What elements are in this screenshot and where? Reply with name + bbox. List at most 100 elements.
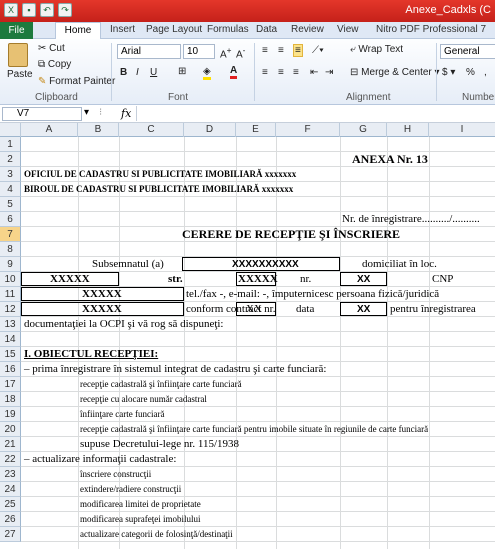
row-header[interactable]: 12 <box>0 302 21 317</box>
row-header[interactable]: 18 <box>0 392 21 407</box>
row-header[interactable]: 25 <box>0 497 21 512</box>
row-header[interactable]: 23 <box>0 467 21 482</box>
cut-button[interactable]: ✂ Cut <box>38 43 65 54</box>
grid-column-line <box>340 137 341 549</box>
row-header[interactable]: 16 <box>0 362 21 377</box>
row-header[interactable]: 9 <box>0 257 21 272</box>
row-header[interactable]: 15 <box>0 347 21 362</box>
row-header[interactable]: 14 <box>0 332 21 347</box>
row-header[interactable]: 24 <box>0 482 21 497</box>
row-header[interactable]: 27 <box>0 527 21 542</box>
align-left-icon[interactable]: ≡ <box>262 67 268 78</box>
formula-actions-icon[interactable]: ⁝ <box>99 107 102 118</box>
format-painter-button[interactable]: ✎ Format Painter <box>38 76 115 87</box>
column-header[interactable]: F <box>276 123 340 137</box>
shrink-font-icon[interactable]: A- <box>236 45 245 60</box>
grid-row[interactable] <box>21 137 495 152</box>
currency-icon[interactable]: $ ▾ <box>442 67 455 78</box>
comma-icon[interactable]: , <box>484 67 487 78</box>
select-all-corner[interactable] <box>0 123 21 137</box>
excel-icon[interactable]: X <box>4 3 18 17</box>
option-label: recepţie cu alocare număr cadastral <box>80 394 207 404</box>
paste-icon[interactable] <box>8 43 28 67</box>
font-color-icon[interactable]: A <box>230 65 238 79</box>
row-header[interactable]: 20 <box>0 422 21 437</box>
font-size-select[interactable]: 10 <box>183 44 215 59</box>
undo-icon[interactable]: ↶ <box>40 3 54 17</box>
row-header[interactable]: 1 <box>0 137 21 152</box>
tab-home[interactable]: Home <box>55 22 101 40</box>
row-header[interactable]: 26 <box>0 512 21 527</box>
tab-insert[interactable]: Insert <box>110 24 135 35</box>
wrap-text-button[interactable]: ⤶ Wrap Text <box>350 44 403 55</box>
row-header[interactable]: 7 <box>0 227 21 242</box>
row-header[interactable]: 8 <box>0 242 21 257</box>
formula-input[interactable] <box>136 106 494 121</box>
tab-review[interactable]: Review <box>291 24 324 35</box>
align-right-icon[interactable]: ≡ <box>293 67 299 78</box>
tab-nitro[interactable]: Nitro PDF Professional 7 <box>376 24 486 35</box>
row-header[interactable]: 13 <box>0 317 21 332</box>
row-header[interactable]: 21 <box>0 437 21 452</box>
grid-row[interactable] <box>21 242 495 257</box>
orientation-icon[interactable]: ⟋▾ <box>312 45 324 56</box>
row-header[interactable]: 22 <box>0 452 21 467</box>
grow-font-icon[interactable]: A+ <box>220 45 232 60</box>
column-header[interactable]: B <box>78 123 119 137</box>
telfax-label: tel./fax -, e-mail: -, împuternicesc per… <box>186 288 440 300</box>
underline-icon[interactable]: U <box>150 67 157 78</box>
grid-column-line <box>236 137 237 549</box>
row-header[interactable]: 10 <box>0 272 21 287</box>
font-name-select[interactable]: Arial <box>117 44 181 59</box>
bold-icon[interactable]: B <box>120 67 127 78</box>
insert-function-icon[interactable]: fx <box>121 107 131 120</box>
percent-icon[interactable]: % <box>466 67 475 78</box>
align-bottom-icon[interactable]: ≡ <box>293 44 303 57</box>
row-header[interactable]: 11 <box>0 287 21 302</box>
name-box-dropdown-icon[interactable]: ▾ <box>84 107 89 118</box>
option-label: actualizare categorii de folosinţă/desti… <box>80 529 233 539</box>
decrease-indent-icon[interactable]: ⇤ <box>310 67 318 78</box>
row-header[interactable]: 3 <box>0 167 21 182</box>
save-icon[interactable]: ▪ <box>22 3 36 17</box>
grid-row[interactable] <box>21 197 495 212</box>
tab-file[interactable]: File <box>0 22 33 39</box>
row-header[interactable]: 17 <box>0 377 21 392</box>
paste-button[interactable]: Paste <box>7 69 33 80</box>
tab-page-layout[interactable]: Page Layout <box>146 24 202 35</box>
column-header[interactable]: G <box>340 123 387 137</box>
redo-icon[interactable]: ↷ <box>58 3 72 17</box>
align-middle-icon[interactable]: ≡ <box>278 45 284 56</box>
fill-color-icon[interactable]: ◈ <box>203 66 211 80</box>
column-header[interactable]: A <box>21 123 78 137</box>
copy-button[interactable]: ⧉ Copy <box>38 59 71 70</box>
option-label: modificarea suprafeţei imobilului <box>80 514 201 524</box>
number-format-select[interactable]: General <box>440 44 495 59</box>
tab-data[interactable]: Data <box>256 24 277 35</box>
row-header[interactable]: 4 <box>0 182 21 197</box>
column-header[interactable]: C <box>119 123 184 137</box>
borders-icon[interactable]: ⊞ <box>178 66 186 77</box>
column-header[interactable]: D <box>184 123 236 137</box>
biroul-label: BIROUL DE CADASTRU SI PUBLICITATE IMOBIL… <box>24 184 294 194</box>
align-center-icon[interactable]: ≡ <box>278 67 284 78</box>
name-box[interactable]: V7 <box>2 107 82 121</box>
increase-indent-icon[interactable]: ⇥ <box>325 67 333 78</box>
align-top-icon[interactable]: ≡ <box>262 45 268 56</box>
tab-view[interactable]: View <box>337 24 359 35</box>
column-header[interactable]: E <box>236 123 276 137</box>
grid-row[interactable] <box>21 332 495 347</box>
merge-icon: ⊟ <box>350 67 362 78</box>
row-header[interactable]: 2 <box>0 152 21 167</box>
oficiul-label: OFICIUL DE CADASTRU SI PUBLICITATE IMOBI… <box>24 169 297 179</box>
column-headers: A B C D E F G H I <box>0 123 495 137</box>
column-header[interactable]: I <box>429 123 495 137</box>
grid-column-line <box>276 137 277 549</box>
italic-icon[interactable]: I <box>136 67 139 78</box>
merge-center-button[interactable]: ⊟ Merge & Center ▾ <box>350 67 440 78</box>
row-header[interactable]: 19 <box>0 407 21 422</box>
column-header[interactable]: H <box>387 123 429 137</box>
row-header[interactable]: 5 <box>0 197 21 212</box>
tab-formulas[interactable]: Formulas <box>207 24 249 35</box>
row-header[interactable]: 6 <box>0 212 21 227</box>
